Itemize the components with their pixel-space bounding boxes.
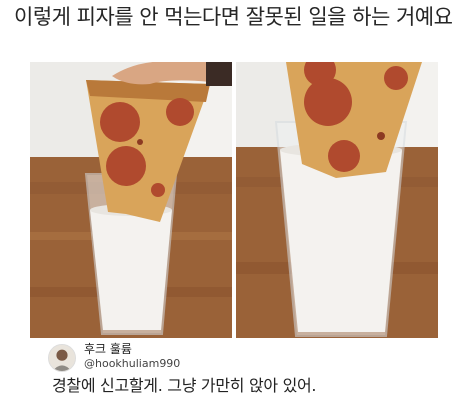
- user-handle[interactable]: @hookhuliam990: [84, 357, 180, 370]
- pizza-milk-right-image: [236, 62, 438, 338]
- right-photo: [236, 62, 438, 338]
- reply-text: 경찰에 신고할게. 그냥 가만히 앉아 있어.: [52, 376, 317, 395]
- display-name[interactable]: 후크 훌륨: [84, 342, 132, 356]
- reply: 후크 훌륨 @hookhuliam990 경찰에 신고할게. 그냥 가만히 앉아…: [48, 340, 448, 410]
- left-photo: [30, 62, 232, 338]
- meme-post: 이렇게 피자를 안 먹는다면 잘못된 일을 하는 거예요 후크 훌륨 @hook…: [0, 0, 460, 414]
- pizza-milk-left-image: [30, 62, 232, 338]
- post-title: 이렇게 피자를 안 먹는다면 잘못된 일을 하는 거예요: [14, 5, 453, 29]
- user-avatar-icon: [49, 345, 75, 371]
- avatar[interactable]: [48, 344, 76, 372]
